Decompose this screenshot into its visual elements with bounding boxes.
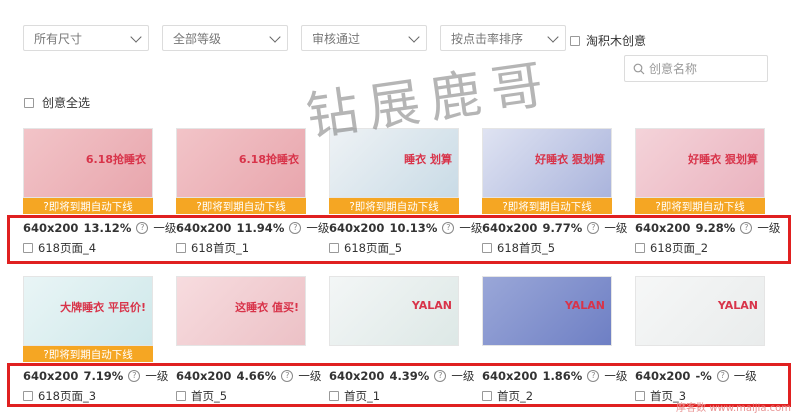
sort-select-value: 按点击率排序 [451, 31, 524, 46]
thumbnail-caption: 睡衣 划算 [404, 153, 452, 166]
chevron-down-icon [130, 31, 142, 43]
expiring-banner: ?即将到期自动下线 [176, 198, 306, 214]
select-all-label: 创意全选 [42, 96, 91, 110]
highlight-box-row-2 [7, 363, 791, 407]
level-select[interactable]: 全部等级 [162, 25, 288, 51]
creative-card[interactable]: 6.18抢睡衣 ?即将到期自动下线 640x200 13.12%? 一级 618页面_4 [23, 128, 176, 255]
highlight-box-row-1 [7, 215, 791, 264]
chevron-down-icon [547, 31, 559, 43]
creative-thumbnail[interactable]: 6.18抢睡衣 [23, 128, 153, 198]
thumbnail-caption: 这睡衣 值买! [235, 301, 299, 314]
creative-card[interactable]: YALAN 640x200 4.39%? 一级 首页_1 [329, 276, 474, 403]
size-select[interactable]: 所有尺寸 [23, 25, 149, 51]
thumbnail-caption: YALAN [717, 299, 758, 312]
expiring-banner: ?即将到期自动下线 [23, 198, 153, 214]
chevron-down-icon [408, 31, 420, 43]
creative-card[interactable]: 6.18抢睡衣 ?即将到期自动下线 640x200 11.94%? 一级 618首页_1 [176, 128, 329, 255]
taojimu-label: 淘积木创意 [586, 34, 647, 48]
expiring-banner: ?即将到期自动下线 [482, 198, 612, 214]
creative-thumbnail[interactable]: 好睡衣 狠划算 [635, 128, 765, 198]
taojimu-checkbox[interactable] [570, 35, 580, 46]
creative-thumbnail[interactable]: 6.18抢睡衣 [176, 128, 306, 198]
status-select-value: 审核通过 [312, 31, 361, 46]
creative-thumbnail[interactable]: YALAN [329, 276, 459, 346]
creative-card[interactable]: 这睡衣 值买! 640x200 4.66%? 一级 首页_5 [176, 276, 321, 403]
creative-card[interactable]: YALAN 640x200 1.86%? 一级 首页_2 [482, 276, 627, 403]
status-select[interactable]: 审核通过 [301, 25, 427, 51]
search-placeholder: 创意名称 [649, 62, 698, 76]
creative-thumbnail[interactable]: 好睡衣 狠划算 [482, 128, 612, 198]
expiring-banner: ?即将到期自动下线 [23, 346, 153, 362]
creative-card[interactable]: 大牌睡衣 平民价! ?即将到期自动下线 640x200 7.19%? 一级 618页面_3 [23, 276, 168, 403]
creative-card[interactable]: YALAN 640x200 -%? 一级 首页_3 [635, 276, 765, 403]
search-icon [633, 63, 645, 75]
creative-thumbnail[interactable]: YALAN [635, 276, 765, 346]
expiring-banner: ?即将到期自动下线 [635, 198, 765, 214]
thumbnail-caption: 6.18抢睡衣 [85, 153, 146, 166]
thumbnail-caption: 好睡衣 狠划算 [535, 153, 605, 166]
taojimu-filter[interactable]: 淘积木创意 [570, 32, 646, 49]
creative-thumbnail[interactable]: YALAN [482, 276, 612, 346]
creative-thumbnail[interactable]: 这睡衣 值买! [176, 276, 306, 346]
thumbnail-caption: 大牌睡衣 平民价! [60, 301, 146, 314]
creative-thumbnail[interactable]: 大牌睡衣 平民价! [23, 276, 153, 346]
select-all[interactable]: 创意全选 [24, 94, 90, 111]
thumbnail-caption: 好睡衣 狠划算 [688, 153, 758, 166]
level-select-value: 全部等级 [173, 31, 222, 46]
thumbnail-caption: YALAN [564, 299, 605, 312]
thumbnail-caption: YALAN [411, 299, 452, 312]
size-select-value: 所有尺寸 [34, 31, 83, 46]
thumbnail-caption: 6.18抢睡衣 [238, 153, 299, 166]
creative-card[interactable]: 好睡衣 狠划算 ?即将到期自动下线 640x200 9.77%? 一级 618首页_5 [482, 128, 627, 255]
chevron-down-icon [269, 31, 281, 43]
corner-watermark: 摩客数 www.maijia.com [676, 403, 791, 414]
creative-card[interactable]: 好睡衣 狠划算 ?即将到期自动下线 640x200 9.28%? 一级 618页面_2 [635, 128, 780, 255]
select-all-checkbox[interactable] [24, 97, 34, 108]
search-input[interactable]: 创意名称 [624, 55, 768, 82]
expiring-banner: ?即将到期自动下线 [329, 198, 459, 214]
